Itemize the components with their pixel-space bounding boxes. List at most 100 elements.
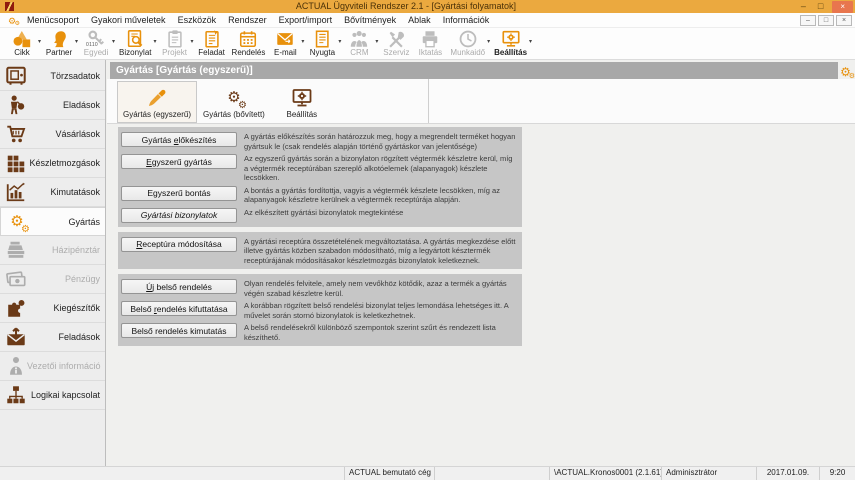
tab-beallitas[interactable]: Beállítás <box>271 81 333 123</box>
chevron-down-icon[interactable]: ▾ <box>529 38 532 57</box>
sidebar-item-kimutatasok[interactable]: Kimutatások <box>0 178 105 207</box>
menu-item-informaciok[interactable]: Információk <box>437 15 496 25</box>
menu-item-gyakori-muveletek[interactable]: Gyakori műveletek <box>85 15 172 25</box>
chevron-down-icon[interactable]: ▾ <box>301 38 304 57</box>
toolbar-item-cikk[interactable]: Cikk <box>5 29 39 57</box>
status-user: Adminisztrátor <box>662 467 757 480</box>
panel-header: Gyártás [Gyártás (egyszerű)] <box>110 62 838 79</box>
status-database: \ACTUAL.Kronos0001 (2.1.61) RTM <box>550 467 662 480</box>
toolbar-item-projekt[interactable]: Projekt <box>158 29 192 57</box>
mdi-close-button[interactable]: × <box>836 15 852 26</box>
toolbar-item-crm[interactable]: CRM <box>342 29 376 57</box>
sidebar-item-vezetoi-informacio[interactable]: Vezetői információ <box>0 352 105 381</box>
clock-icon <box>458 29 478 49</box>
gyartas-elokeszites-button[interactable]: Gyártás előkészítés <box>121 132 237 147</box>
mdi-restore-button[interactable]: □ <box>818 15 834 26</box>
tab-label: Beállítás <box>286 110 317 119</box>
toolbar-item-partner[interactable]: Partner <box>42 29 76 57</box>
menu-item-menucsoport[interactable]: Menücsoport <box>21 15 85 25</box>
toolbar-item-e-mail[interactable]: E-mail <box>268 29 302 57</box>
tab-gyartas-egyszeru[interactable]: Gyártás (egyszerű) <box>117 81 197 123</box>
restore-button[interactable]: □ <box>812 1 829 12</box>
gears-icon: ⚙⚙ <box>6 211 28 233</box>
sidebar-item-torzsadatok[interactable]: Törzsadatok <box>0 62 105 91</box>
statusbar: ACTUAL bemutató cég\ACTUAL.Kronos0001 (2… <box>0 466 855 480</box>
action-row: Receptúra módosításaA gyártási receptúra… <box>121 236 519 266</box>
toolbar-item-munkaido[interactable]: Munkaidő <box>447 29 488 57</box>
action-row: Belső rendelés kimutatásA belső rendelés… <box>121 322 519 342</box>
sidebar-item-eladasok[interactable]: Eladások <box>0 91 105 120</box>
chevron-down-icon[interactable]: ▾ <box>487 38 490 57</box>
toolbar-item-egyedi[interactable]: 0110Egyedi <box>79 29 113 57</box>
sidebar-item-logikai-kapcsolat[interactable]: Logikai kapcsolat <box>0 381 105 410</box>
toolbar-item-bizonylat[interactable]: Bizonylat <box>116 29 154 57</box>
screwdriver-icon <box>146 87 168 109</box>
sidebar-item-feladasok[interactable]: Feladások <box>0 323 105 352</box>
action-block-1: Gyártás előkészítésA gyártás előkészítés… <box>118 127 522 227</box>
toolbar-item-feladat[interactable]: Feladat <box>195 29 229 57</box>
people-icon <box>349 29 369 49</box>
clipboard-icon <box>165 29 185 49</box>
menu-item-bovitmenyek[interactable]: Bővítmények <box>338 15 402 25</box>
sidebar-item-gyartas[interactable]: ⚙⚙Gyártás <box>0 207 105 236</box>
sidebar-item-vasarlasok[interactable]: Vásárlások <box>0 120 105 149</box>
minimize-button[interactable]: – <box>795 1 812 12</box>
chevron-down-icon[interactable]: ▾ <box>154 38 157 57</box>
chevron-down-icon[interactable]: ▾ <box>375 38 378 57</box>
sidebar: Törzsadatok Eladások Vásárlások Készletmozg… <box>0 60 106 466</box>
monitor-gear-icon <box>501 29 521 49</box>
envelope-up-icon <box>5 326 27 348</box>
money-icon <box>5 268 27 290</box>
toolbar-item-label: Partner <box>46 48 72 57</box>
salesperson-icon <box>5 94 27 116</box>
chevron-down-icon[interactable]: ▾ <box>75 38 78 57</box>
sidebar-item-label: Gyártás <box>28 217 100 227</box>
action-description: Az elkészített gyártási bizonylatok megt… <box>237 207 519 218</box>
egyszeru-bontas-button[interactable]: Egyszerű bontás <box>121 186 237 201</box>
action-row: Egyszerű gyártásAz egyszerű gyártás sorá… <box>121 153 519 183</box>
chevron-down-icon[interactable]: ▾ <box>38 38 41 57</box>
gyartasi-bizonylatok-button[interactable]: Gyártási bizonylatok <box>121 208 237 223</box>
toolbar-item-badge: 0110 <box>86 42 98 48</box>
window-title: ACTUAL Ügyviteli Rendszer 2.1 - [Gyártás… <box>17 0 795 13</box>
toolbar-item-label: CRM <box>350 48 368 57</box>
toolbar-item-nyugta[interactable]: Nyugta <box>305 29 339 57</box>
mdi-minimize-button[interactable]: – <box>800 15 816 26</box>
sidebar-item-hazipenztar[interactable]: Házipénztár <box>0 236 105 265</box>
menu-item-rendszer[interactable]: Rendszer <box>222 15 273 25</box>
sidebar-item-label: Logikai kapcsolat <box>27 390 100 400</box>
notepad-icon <box>202 29 222 49</box>
chevron-down-icon[interactable]: ▾ <box>191 38 194 57</box>
tab-label: Gyártás (bővített) <box>203 110 265 119</box>
toolbar-item-beallitas[interactable]: Beállítás <box>491 29 530 57</box>
menu-item-eszkozok[interactable]: Eszközök <box>172 15 223 25</box>
toolbar-item-iktatas[interactable]: Iktatás <box>413 29 447 57</box>
sidebar-item-kiegeszitok[interactable]: Kiegészítők <box>0 294 105 323</box>
sidebar-item-penzugy[interactable]: Pénzügy <box>0 265 105 294</box>
titlebar: ACTUAL Ügyviteli Rendszer 2.1 - [Gyártás… <box>0 0 855 13</box>
close-button[interactable]: × <box>832 1 853 13</box>
sidebar-item-label: Pénzügy <box>27 274 100 284</box>
receptura-modositasa-button[interactable]: Receptúra módosítása <box>121 237 237 252</box>
action-row: Belső rendelés kifuttatásaA korábban rög… <box>121 300 519 320</box>
sidebar-item-keszletmozgasok[interactable]: Készletmozgások <box>0 149 105 178</box>
chevron-down-icon[interactable]: ▾ <box>112 38 115 57</box>
menu-item-ablak[interactable]: Ablak <box>402 15 437 25</box>
tab-gyartas-bovitett[interactable]: ⚙⚙Gyártás (bővített) <box>197 81 271 123</box>
uj-belso-rendeles-button[interactable]: Új belső rendelés <box>121 279 237 294</box>
sidebar-item-label: Készletmozgások <box>27 158 100 168</box>
puzzle-icon <box>5 297 27 319</box>
belso-rendeles-kifuttatasa-button[interactable]: Belső rendelés kifuttatása <box>121 301 237 316</box>
action-row: Egyszerű bontásA bontás a gyártás fordít… <box>121 185 519 205</box>
toolbar-item-rendeles[interactable]: Rendelés <box>229 29 269 57</box>
menu-item-export-import[interactable]: Export/import <box>273 15 339 25</box>
belso-rendeles-kimutatas-button[interactable]: Belső rendelés kimutatás <box>121 323 237 338</box>
person-info-icon <box>5 355 27 377</box>
toolbar-item-szerviz[interactable]: Szerviz <box>379 29 413 57</box>
egyszeru-gyartas-button[interactable]: Egyszerű gyártás <box>121 154 237 169</box>
key-icon: 0110 <box>86 29 106 49</box>
sidebar-item-label: Törzsadatok <box>27 71 100 81</box>
sidebar-item-label: Vásárlások <box>27 129 100 139</box>
action-description: A gyártási receptúra összetételének megv… <box>237 236 519 266</box>
chevron-down-icon[interactable]: ▾ <box>338 38 341 57</box>
